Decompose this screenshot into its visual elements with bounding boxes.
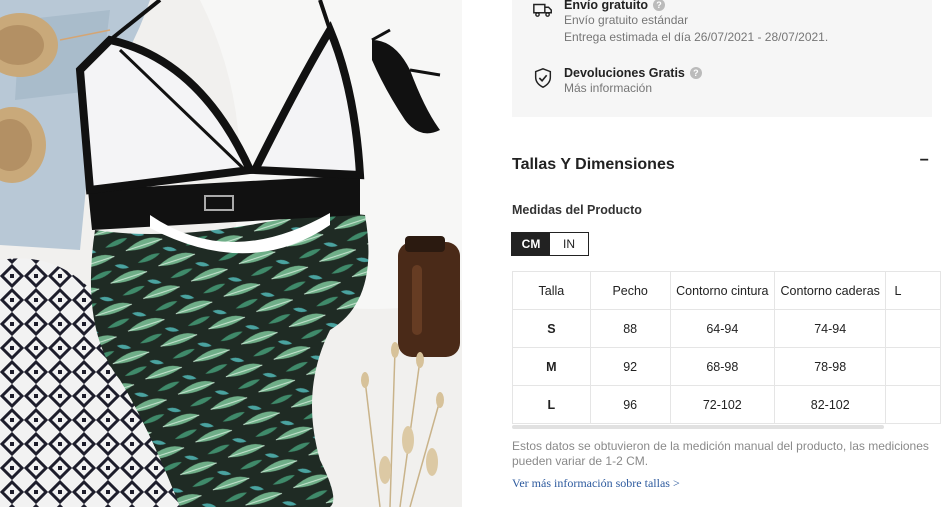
table-cell [885,309,941,348]
table-cell: 72-102 [669,385,776,424]
table-cell: 68-98 [669,347,776,386]
shipping-info-box: Envío gratuito ? Envío gratuito estándar… [512,0,932,117]
delivery-estimate: Entrega estimada el día 26/07/2021 - 28/… [564,30,829,44]
size-table-container[interactable]: Talla Pecho Contorno cintura Contorno ca… [512,271,941,424]
table-cell: S [512,309,591,348]
table-row: S 88 64-94 74-94 [512,309,941,348]
table-horizontal-scrollbar[interactable] [512,425,884,429]
table-cell [885,347,941,386]
unit-in-button[interactable]: IN [550,233,588,255]
returns-title: Devoluciones Gratis ? [564,66,702,80]
column-header: Pecho [589,271,671,310]
shield-check-icon [534,68,552,88]
returns-row: Devoluciones Gratis ? Más información [532,66,702,97]
measure-label: Medidas del Producto [512,203,642,217]
table-header-row: Talla Pecho Contorno cintura Contorno ca… [512,271,941,310]
column-header: Talla [512,271,591,310]
table-cell [885,385,941,424]
measurement-note: Estos datos se obtuvieron de la medición… [512,439,929,468]
table-cell: 74-94 [774,309,887,348]
table-row: M 92 68-98 78-98 [512,347,941,386]
free-shipping-subtitle: Envío gratuito estándar [564,13,689,27]
free-shipping-row: Envío gratuito ? Envío gratuito estándar… [532,0,828,46]
product-image[interactable] [0,0,462,507]
column-header: L [885,271,941,310]
help-icon[interactable]: ? [689,67,702,79]
table-cell: 92 [589,347,671,386]
product-info-panel: Envío gratuito ? Envío gratuito estándar… [462,0,941,507]
help-icon[interactable]: ? [653,0,666,11]
size-info-link[interactable]: Ver más información sobre tallas > [512,476,680,491]
collapse-icon[interactable]: − [920,152,929,170]
column-header: Contorno caderas [774,271,887,310]
table-cell: M [512,347,591,386]
truck-icon [533,3,552,17]
section-title[interactable]: Tallas Y Dimensiones [512,156,675,174]
table-cell: 82-102 [774,385,887,424]
returns-more-info[interactable]: Más información [564,80,702,97]
column-header: Contorno cintura [669,271,776,310]
table-cell: 78-98 [774,347,887,386]
table-row: L 96 72-102 82-102 [512,385,941,424]
size-table: Talla Pecho Contorno cintura Contorno ca… [512,271,941,424]
table-cell: 96 [589,385,671,424]
table-cell: 88 [589,309,671,348]
free-shipping-title: Envío gratuito ? [564,0,828,12]
table-cell: L [512,385,591,424]
table-cell: 64-94 [669,309,776,348]
unit-cm-button[interactable]: CM [512,233,550,255]
unit-toggle: CM IN [511,232,589,256]
